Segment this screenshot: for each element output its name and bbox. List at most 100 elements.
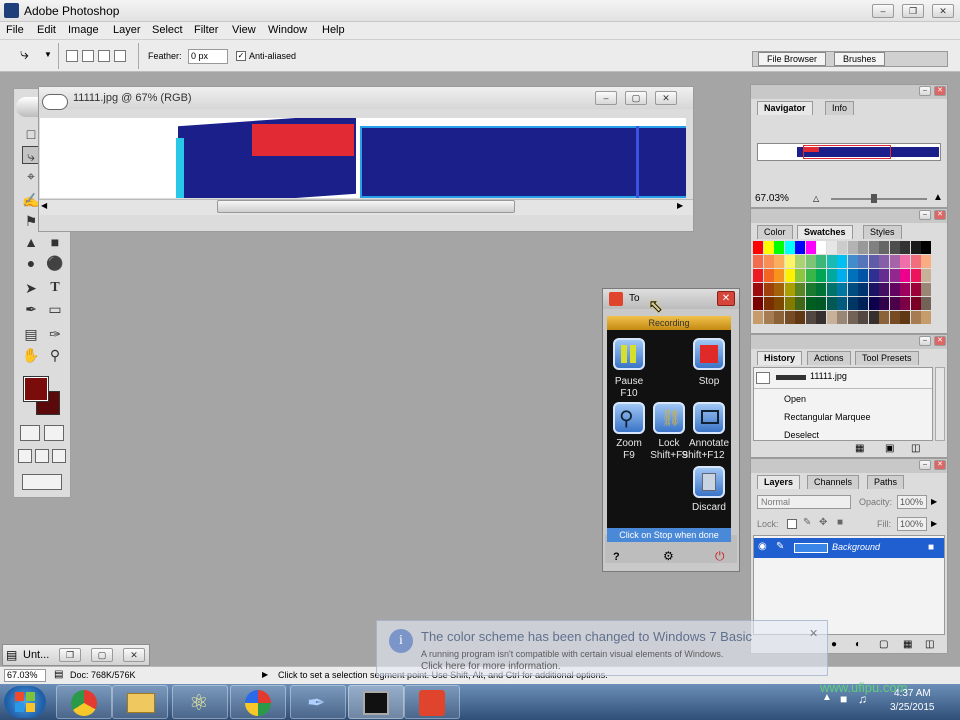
swatch[interactable]	[900, 311, 910, 324]
gradient-tool-icon[interactable]: ■	[46, 233, 64, 251]
minimize-button[interactable]: –	[872, 4, 894, 18]
zoom-slider-thumb[interactable]	[871, 194, 877, 203]
layer-row-background[interactable]: ◉ ✎ Background ■	[754, 538, 944, 558]
menu-file[interactable]: File	[6, 24, 24, 36]
new-snapshot-icon[interactable]: ▣	[885, 443, 894, 454]
status-zoom[interactable]: 67.03%	[4, 669, 46, 682]
swatch[interactable]	[889, 241, 900, 254]
swatch[interactable]	[805, 297, 816, 310]
swatch[interactable]	[847, 311, 858, 324]
history-scrollbar[interactable]	[935, 367, 945, 441]
doc-close-button[interactable]: ✕	[655, 91, 677, 105]
panel-minimize-button[interactable]: –	[919, 86, 931, 96]
swatch[interactable]	[910, 241, 921, 254]
feather-input[interactable]: 0 px	[188, 49, 228, 64]
swatch[interactable]	[837, 297, 847, 310]
swatch[interactable]	[753, 311, 763, 324]
swatch[interactable]	[847, 297, 858, 310]
min-doc-maximize-button[interactable]: ▢	[91, 648, 113, 662]
swatch[interactable]	[868, 241, 879, 254]
swatch[interactable]	[753, 241, 763, 254]
lock-button[interactable]: ⛓	[653, 402, 685, 434]
tab-tool-presets[interactable]: Tool Presets	[855, 351, 919, 365]
swatch[interactable]	[837, 311, 847, 324]
menu-select[interactable]: Select	[152, 24, 183, 36]
swatch[interactable]	[774, 297, 784, 310]
swatch[interactable]	[795, 283, 805, 296]
minimized-document[interactable]: ▤ Unt... ❐ ▢ ✕	[2, 644, 150, 666]
swatch[interactable]	[774, 283, 784, 296]
notes-tool-icon[interactable]: ▤	[22, 325, 40, 343]
swatch[interactable]	[826, 283, 837, 296]
jump-to-imageready-icon[interactable]	[22, 474, 62, 490]
swatch[interactable]	[805, 283, 816, 296]
swatch[interactable]	[879, 241, 889, 254]
swatch[interactable]	[889, 311, 900, 324]
swatch[interactable]	[858, 241, 868, 254]
history-snapshot[interactable]: 11111.jpg	[810, 371, 847, 381]
anti-aliased-checkbox[interactable]: ✓	[236, 51, 246, 61]
eyedropper-icon[interactable]: ✑	[46, 325, 64, 343]
swatch[interactable]	[910, 311, 921, 324]
swatch[interactable]	[868, 311, 879, 324]
zoom-slider[interactable]	[831, 198, 927, 200]
new-selection-icon[interactable]	[66, 50, 78, 62]
swatch[interactable]	[826, 297, 837, 310]
swatch[interactable]	[858, 283, 868, 296]
standard-mode-icon[interactable]	[20, 425, 40, 441]
pause-button[interactable]	[613, 338, 645, 370]
swatch[interactable]	[900, 297, 910, 310]
swatch[interactable]	[763, 255, 774, 268]
scroll-right-icon[interactable]: ▶	[677, 201, 683, 210]
lock-position-icon[interactable]: ✥	[819, 517, 827, 528]
intersect-selection-icon[interactable]	[114, 50, 126, 62]
trash-icon[interactable]: ◫	[911, 443, 920, 454]
swatch[interactable]	[921, 283, 931, 296]
swatch[interactable]	[921, 269, 931, 282]
recorder-close-button[interactable]: ✕	[717, 291, 735, 306]
swatch[interactable]	[910, 297, 921, 310]
swatch[interactable]	[826, 311, 837, 324]
min-doc-close-button[interactable]: ✕	[123, 648, 145, 662]
swatch[interactable]	[795, 269, 805, 282]
tab-color[interactable]: Color	[757, 225, 793, 239]
new-document-icon[interactable]: ▦	[855, 443, 864, 454]
swatch[interactable]	[763, 269, 774, 282]
swatch[interactable]	[879, 255, 889, 268]
swatch[interactable]	[784, 241, 795, 254]
navigator-view-box[interactable]	[803, 145, 891, 159]
panel-minimize-button[interactable]: –	[919, 336, 931, 346]
swatch[interactable]	[795, 255, 805, 268]
navigator-zoom-value[interactable]: 67.03%	[755, 193, 789, 204]
delete-layer-icon[interactable]: ◫	[925, 639, 934, 650]
taskbar-chrome[interactable]	[56, 685, 112, 719]
swatch[interactable]	[753, 297, 763, 310]
menu-edit[interactable]: Edit	[37, 24, 56, 36]
eye-icon[interactable]: ◉	[758, 541, 770, 553]
layer-style-icon[interactable]: ●	[831, 639, 837, 650]
dodge-tool-icon[interactable]: ⚫	[46, 254, 64, 272]
swatch[interactable]	[816, 269, 826, 282]
swatch[interactable]	[900, 283, 910, 296]
taskbar-app[interactable]: ⚛	[172, 685, 228, 719]
history-item[interactable]: Deselect	[784, 430, 819, 440]
swatch[interactable]	[774, 255, 784, 268]
notification-close-icon[interactable]: ✕	[809, 627, 818, 640]
tab-history[interactable]: History	[757, 351, 803, 365]
tab-paths[interactable]: Paths	[867, 475, 905, 489]
scroll-left-icon[interactable]: ◀	[41, 201, 47, 210]
swatch[interactable]	[837, 269, 847, 282]
quick-mask-icon[interactable]	[44, 425, 64, 441]
doc-maximize-button[interactable]: ▢	[625, 91, 647, 105]
swatch[interactable]	[889, 255, 900, 268]
swatch[interactable]	[816, 283, 826, 296]
status-menu-arrow-icon[interactable]: ▶	[262, 670, 268, 679]
swatch[interactable]	[858, 269, 868, 282]
swatch[interactable]	[879, 297, 889, 310]
tab-info[interactable]: Info	[825, 101, 855, 115]
add-selection-icon[interactable]	[82, 50, 94, 62]
swatch[interactable]	[774, 241, 784, 254]
tab-styles[interactable]: Styles	[863, 225, 902, 239]
zoom-tool-icon[interactable]: ⚲	[46, 346, 64, 364]
swatch[interactable]	[837, 283, 847, 296]
